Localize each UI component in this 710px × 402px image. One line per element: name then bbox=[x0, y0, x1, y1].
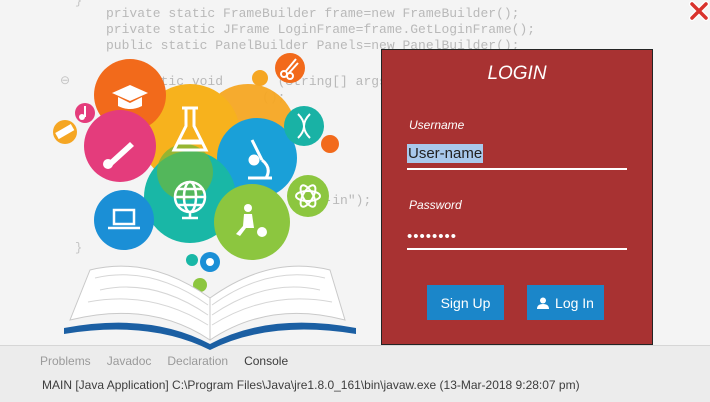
console-tabs: Problems Javadoc Declaration Console bbox=[40, 354, 288, 368]
console-panel: Problems Javadoc Declaration Console MAI… bbox=[0, 345, 710, 402]
tab-problems[interactable]: Problems bbox=[40, 354, 91, 368]
close-x-icon[interactable] bbox=[689, 1, 709, 21]
sign-up-button[interactable]: Sign Up bbox=[427, 285, 504, 320]
console-status-text: MAIN [Java Application] C:\Program Files… bbox=[42, 378, 580, 392]
username-label: Username bbox=[409, 118, 465, 132]
log-in-button[interactable]: Log In bbox=[527, 285, 604, 320]
login-title: LOGIN bbox=[487, 63, 547, 84]
gear-icon bbox=[206, 258, 214, 266]
username-selected-text: User-name bbox=[407, 144, 484, 163]
sign-up-label: Sign Up bbox=[440, 294, 491, 311]
username-field[interactable]: User-name bbox=[407, 144, 627, 170]
code-line: private static FrameBuilder frame=new Fr… bbox=[106, 6, 520, 21]
user-icon bbox=[537, 297, 550, 309]
log-in-label: Log In bbox=[555, 294, 594, 311]
password-label: Password bbox=[409, 198, 462, 212]
password-field[interactable]: •••••••• bbox=[407, 228, 627, 250]
code-line: private static JFrame LoginFrame=frame.G… bbox=[106, 22, 536, 37]
closing-brace: } bbox=[75, 0, 83, 8]
tab-declaration[interactable]: Declaration bbox=[167, 354, 228, 368]
tab-console[interactable]: Console bbox=[244, 354, 288, 368]
open-book-icon bbox=[64, 265, 356, 350]
login-panel: LOGIN Username User-name Password ••••••… bbox=[381, 49, 653, 345]
education-illustration bbox=[53, 53, 356, 350]
tab-javadoc[interactable]: Javadoc bbox=[107, 354, 152, 368]
